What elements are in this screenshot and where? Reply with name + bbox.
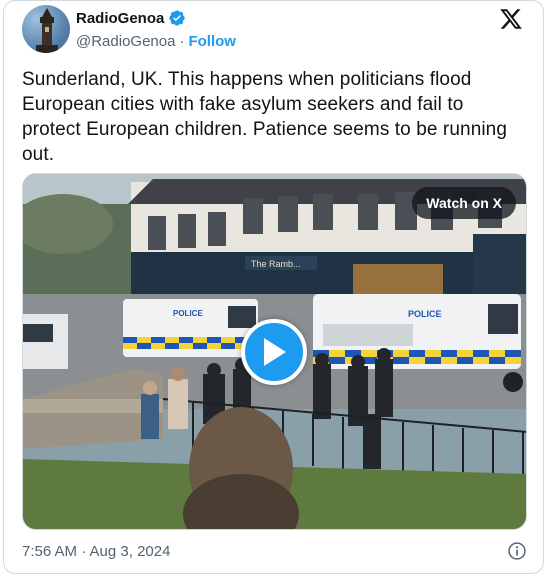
avatar[interactable]: [22, 5, 70, 53]
avatar-tower-icon: [36, 8, 58, 53]
pub-sign-text: The Ramb...: [251, 259, 301, 269]
video-player[interactable]: The Ramb... POLICE POLICE Watch on X: [22, 173, 527, 530]
x-logo-icon[interactable]: [499, 7, 523, 31]
handle-row: @RadioGenoa · Follow: [76, 33, 236, 50]
handle[interactable]: @RadioGenoa: [76, 33, 175, 50]
display-name[interactable]: RadioGenoa: [76, 10, 164, 27]
play-button[interactable]: [241, 319, 307, 385]
tweet-header: RadioGenoa @RadioGenoa · Follow: [4, 1, 543, 61]
info-icon[interactable]: [507, 541, 527, 561]
tweet-text: Sunderland, UK. This happens when politi…: [22, 69, 508, 165]
tweet-footer: 7:56 AM · Aug 3, 2024: [22, 539, 527, 563]
van-right-sign: POLICE: [408, 309, 442, 319]
handle-separator: ·: [179, 33, 185, 50]
follow-button[interactable]: Follow: [188, 33, 236, 50]
timestamp[interactable]: 7:56 AM · Aug 3, 2024: [22, 543, 170, 560]
play-icon: [264, 338, 286, 366]
verified-badge-icon: [169, 10, 186, 26]
tweet-card: RadioGenoa @RadioGenoa · Follow Sunderla…: [3, 0, 544, 574]
van-left-sign: POLICE: [173, 309, 203, 318]
name-row: RadioGenoa: [76, 9, 186, 27]
watch-on-x-button[interactable]: Watch on X: [412, 187, 516, 219]
